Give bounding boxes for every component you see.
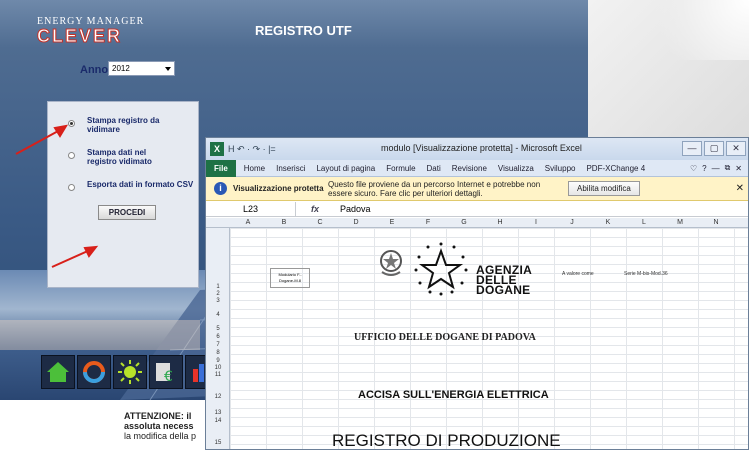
row-header[interactable]: 13	[206, 410, 230, 416]
heart-icon[interactable]: ♡	[690, 164, 697, 173]
protected-message[interactable]: Questo file proviene da un percorso Inte…	[328, 180, 558, 198]
enable-editing-button[interactable]: Abilita modifica	[568, 181, 640, 196]
window-title: modulo [Visualizzazione protetta] - Micr…	[381, 143, 582, 153]
tab-layout[interactable]: Layout di pagina	[316, 164, 375, 173]
ufficio-heading: UFFICIO DELLE DOGANE DI PADOVA	[354, 332, 536, 343]
euro-meter-icon[interactable]: €	[149, 355, 183, 389]
registro-heading: REGISTRO DI PRODUZIONE	[332, 431, 561, 450]
home-icon[interactable]	[41, 355, 75, 389]
formula-input[interactable]: Padova	[334, 204, 371, 214]
ribbon-tabs: File Home Inserisci Layout di pagina For…	[206, 159, 748, 177]
ribbon-minimize-icon[interactable]: —	[712, 164, 720, 173]
sun-icon[interactable]	[113, 355, 147, 389]
col-header[interactable]: H	[482, 219, 518, 226]
tab-pdfxchange[interactable]: PDF-XChange 4	[586, 164, 645, 173]
row-header[interactable]: 12	[206, 394, 230, 400]
row-header[interactable]: 7	[206, 342, 230, 348]
row-header[interactable]: 5	[206, 326, 230, 332]
col-header[interactable]: D	[338, 219, 374, 226]
help-icon[interactable]: ?	[702, 164, 706, 173]
modulario-stamp: Modulario F.-Dogane-M.8	[270, 268, 310, 288]
col-header[interactable]: I	[518, 219, 554, 226]
close-button[interactable]: ✕	[726, 141, 746, 156]
row-header[interactable]: 2	[206, 291, 230, 297]
row-header[interactable]: 6	[206, 334, 230, 340]
italian-emblem-icon	[380, 250, 402, 276]
row-header[interactable]: 11	[206, 372, 230, 378]
close-bar-icon[interactable]: ✕	[736, 183, 744, 194]
col-header[interactable]: N	[698, 219, 734, 226]
warning-line2: assoluta necess	[124, 421, 194, 431]
agency-name: AGENZIA DELLE DOGANE	[476, 264, 532, 297]
refresh-icon[interactable]	[77, 355, 111, 389]
tab-visualizza[interactable]: Visualizza	[498, 164, 534, 173]
col-header[interactable]: G	[446, 219, 482, 226]
tab-home[interactable]: Home	[244, 164, 265, 173]
col-header[interactable]: K	[590, 219, 626, 226]
col-header[interactable]: F	[410, 219, 446, 226]
fx-icon[interactable]: fx	[296, 204, 334, 214]
page-title: REGISTRO UTF	[255, 23, 352, 38]
row-header[interactable]: 8	[206, 350, 230, 356]
valore-text: A valore come	[562, 271, 594, 277]
row-header[interactable]: 15	[206, 440, 230, 446]
row-headers: 1 2 3 4 5 6 7 8 9 10 11 12 13 14 15	[206, 228, 230, 449]
row-header[interactable]: 9	[206, 358, 230, 364]
column-headers: A B C D E F G H I J K L M N	[206, 218, 748, 228]
excel-titlebar: X H ↶ · ↷ · |= modulo [Visualizzazione p…	[206, 138, 748, 160]
warning-text: ATTENZIONE: il assoluta necess la modifi…	[124, 411, 196, 441]
col-header[interactable]: J	[554, 219, 590, 226]
svg-text:€: €	[164, 369, 173, 385]
toolbar-icons: €	[41, 355, 219, 389]
accisa-heading: ACCISA SULL'ENERGIA ELETTRICA	[358, 389, 549, 401]
warning-line1: ATTENZIONE: il	[124, 411, 192, 421]
row-header[interactable]: 3	[206, 298, 230, 304]
tab-inserisci[interactable]: Inserisci	[276, 164, 305, 173]
formula-bar: L23 fx Padova	[206, 201, 748, 217]
tab-formule[interactable]: Formule	[386, 164, 415, 173]
excel-logo-icon: X	[210, 142, 224, 156]
row-header[interactable]: 1	[206, 284, 230, 290]
col-header[interactable]: C	[302, 219, 338, 226]
arrow-annotations	[15, 124, 99, 268]
tab-revisione[interactable]: Revisione	[452, 164, 487, 173]
row-header[interactable]: 14	[206, 418, 230, 424]
quick-access-toolbar[interactable]: H ↶ · ↷ · |=	[228, 144, 276, 155]
tab-file[interactable]: File	[206, 159, 236, 177]
protected-view-bar: i Visualizzazione protetta Questo file p…	[206, 177, 748, 201]
warning-line3: la modifica della p	[124, 431, 197, 441]
info-icon: i	[214, 182, 227, 195]
col-header[interactable]: M	[662, 219, 698, 226]
restore-icon[interactable]: ⧉	[725, 163, 731, 173]
row-header[interactable]: 4	[206, 312, 230, 318]
cell-ref: L23	[242, 203, 259, 214]
excel-window: X H ↶ · ↷ · |= modulo [Visualizzazione p…	[205, 137, 749, 450]
maximize-button[interactable]: ▢	[704, 141, 724, 156]
close-icon[interactable]: ✕	[735, 164, 742, 173]
minimize-button[interactable]: —	[682, 141, 702, 156]
agenzia-dogane-logo-icon	[414, 242, 468, 296]
serie-text: Serie M-bis-Mod.36	[624, 271, 668, 277]
col-header[interactable]: L	[626, 219, 662, 226]
row-header[interactable]: 10	[206, 365, 230, 371]
col-header[interactable]: E	[374, 219, 410, 226]
tab-sviluppo[interactable]: Sviluppo	[545, 164, 576, 173]
agency-line3: DOGANE	[476, 283, 531, 297]
tab-dati[interactable]: Dati	[427, 164, 441, 173]
col-header[interactable]: A	[230, 219, 266, 226]
name-box[interactable]: L23	[206, 201, 296, 216]
background-window	[588, 0, 749, 150]
col-header[interactable]: B	[266, 219, 302, 226]
protected-title: Visualizzazione protetta	[233, 184, 324, 193]
